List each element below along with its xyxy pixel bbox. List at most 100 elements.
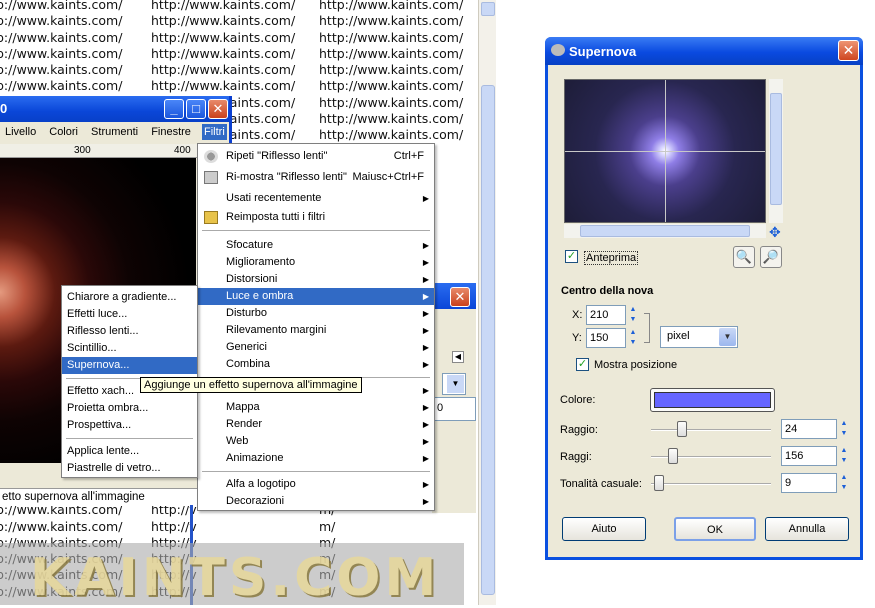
show-position-label: Mostra posizione <box>594 359 678 371</box>
close-icon[interactable]: ✕ <box>208 99 228 119</box>
menu-item-alfa-logotipo[interactable]: Alfa a logotipo ▶ <box>198 476 434 493</box>
background-url-line: p://www.kaints.com/ <box>0 78 123 94</box>
menu-item-render[interactable]: Render ▶ <box>198 416 434 433</box>
background-url-line: http://www.kaints.com/ <box>319 94 464 110</box>
background-url-line: http://v <box>151 518 197 534</box>
filters-menu: Ripeti "Riflesso lenti" Ctrl+F Ri-mostra … <box>197 143 435 511</box>
background-url-line: http://www.kaints.com/ <box>151 78 296 94</box>
background-url-line: http://www.kaints.com/ <box>319 62 464 78</box>
submenu-item-glass-tile[interactable]: Piastrelle di vetro... <box>62 460 197 477</box>
menu-finestre[interactable]: Finestre <box>149 124 193 140</box>
submenu-item-perspective[interactable]: Prospettiva... <box>62 417 197 434</box>
preview-area[interactable] <box>564 79 766 223</box>
background-url-line: http://www.kaints.com/ <box>151 45 296 61</box>
menu-item-reset[interactable]: Reimposta tutti i filtri <box>198 209 434 226</box>
spokes-slider-handle[interactable] <box>668 448 678 464</box>
ok-button[interactable]: OK <box>674 517 756 541</box>
menu-colori[interactable]: Colori <box>47 124 80 140</box>
submenu-item-lens-flare[interactable]: Riflesso lenti... <box>62 323 197 340</box>
close-icon[interactable]: ✕ <box>838 40 859 61</box>
submenu-item-lighting-effects[interactable]: Effetti luce... <box>62 306 197 323</box>
background-url-line: http://www.kaints.com/ <box>319 0 464 12</box>
background-url-line: http://www.kaints.com/ <box>151 62 296 78</box>
minimize-icon[interactable]: _ <box>164 99 184 119</box>
x-input[interactable]: 210 <box>586 305 626 325</box>
menu-item-repeat[interactable]: Ripeti "Riflesso lenti" Ctrl+F <box>198 148 434 165</box>
ruler-mark: 400 <box>174 145 191 156</box>
menu-item-miglioramento[interactable]: Miglioramento ▶ <box>198 254 434 271</box>
hue-input[interactable]: 9 <box>781 473 837 493</box>
preview-label: Anteprima <box>584 251 639 265</box>
background-url-line: m/ <box>319 518 336 534</box>
submenu-item-sparkle[interactable]: Scintillio... <box>62 340 197 357</box>
x-stepper[interactable]: ▲ ▼ <box>627 305 639 325</box>
window-title: 0 <box>0 101 8 116</box>
submenu-item-supernova[interactable]: Supernova... <box>62 357 197 374</box>
y-input[interactable]: 150 <box>586 328 626 348</box>
zoom-out-icon[interactable]: 🔍 <box>733 246 755 268</box>
menu-item-generici[interactable]: Generici ▶ <box>198 339 434 356</box>
cancel-button[interactable]: Annulla <box>765 517 849 541</box>
preview-hscrollbar[interactable] <box>564 224 766 238</box>
menu-item-rilevamento[interactable]: Rilevamento margini ▶ <box>198 322 434 339</box>
color-label: Colore: <box>560 394 596 406</box>
spokes-label: Raggi: <box>560 451 592 463</box>
section-heading: Centro della nova <box>561 285 654 297</box>
chain-link-icon[interactable] <box>644 313 650 343</box>
hue-slider-track[interactable] <box>651 483 771 485</box>
unit-select[interactable]: pixel ▼ <box>660 326 738 348</box>
hue-label: Tonalità casuale: <box>560 478 642 490</box>
menu-strumenti[interactable]: Strumenti <box>89 124 140 140</box>
hue-stepper[interactable]: ▲ ▼ <box>838 473 850 493</box>
menu-item-mappa[interactable]: Mappa ▶ <box>198 399 434 416</box>
menu-filtri[interactable]: Filtri <box>202 124 227 140</box>
preview-checkbox[interactable]: ✓ <box>565 250 578 263</box>
menu-item-animazione[interactable]: Animazione ▶ <box>198 450 434 467</box>
background-url-line: http://www.kaints.com/ <box>319 29 464 45</box>
background-url-line: p://www.kaints.com/ <box>0 62 123 78</box>
ruler-mark: 300 <box>74 145 91 156</box>
menu-item-web[interactable]: Web ▶ <box>198 433 434 450</box>
background-url-line: http://www.kaints.com/ <box>319 78 464 94</box>
background-url-line: http://www.kaints.com/ <box>319 127 464 143</box>
menu-item-luce-ombra[interactable]: Luce e ombra ▶ <box>198 288 434 305</box>
menu-item-decorazioni[interactable]: Decorazioni ▶ <box>198 493 434 510</box>
menu-item-recent[interactable]: Usati recentemente ▶ <box>198 190 434 207</box>
move-icon[interactable]: ✥ <box>769 224 781 241</box>
spokes-stepper[interactable]: ▲ ▼ <box>838 446 850 466</box>
menu-item-combina[interactable]: Combina ▶ <box>198 356 434 373</box>
preview-vscrollbar[interactable] <box>769 79 783 223</box>
menu-item-disturbo[interactable]: Disturbo ▶ <box>198 305 434 322</box>
y-stepper[interactable]: ▲ ▼ <box>627 328 639 348</box>
color-swatch <box>654 392 771 408</box>
spokes-input[interactable]: 156 <box>781 446 837 466</box>
hue-slider-handle[interactable] <box>654 475 664 491</box>
background-url-line: http://www.kaints.com/ <box>151 13 296 29</box>
submenu-item-gradient-flare[interactable]: Chiarore a gradiente... <box>62 289 197 306</box>
submenu-item-drop-shadow[interactable]: Proietta ombra... <box>62 400 197 417</box>
color-button[interactable] <box>650 388 775 412</box>
radius-stepper[interactable]: ▲ ▼ <box>838 419 850 439</box>
help-button[interactable]: Aiuto <box>562 517 646 541</box>
submenu-item-apply-lens[interactable]: Applica lente... <box>62 443 197 460</box>
zoom-in-icon[interactable]: 🔎 <box>760 246 782 268</box>
menu-item-distorsioni[interactable]: Distorsioni ▶ <box>198 271 434 288</box>
background-url-line: p://www.kaints.com/ <box>0 518 123 534</box>
supernova-dialog: Supernova ✕ ✥ ✓ Anteprima 🔍 🔎 Centro del… <box>545 37 863 560</box>
unit-value: pixel <box>667 330 690 342</box>
background-url-line: http://www.kaints.com/ <box>319 111 464 127</box>
ruler: 300 400 <box>0 144 229 158</box>
page-scrollbar[interactable] <box>478 0 496 605</box>
menu-item-sfocature[interactable]: Sfocature ▶ <box>198 237 434 254</box>
secondary-window: ✕ ◀ ▼ 0 <box>432 283 476 513</box>
menu-livello[interactable]: Livello <box>3 124 38 140</box>
show-position-checkbox[interactable]: ✓ <box>576 358 589 371</box>
menu-item-reshow[interactable]: Ri-mostra "Riflesso lenti" Maiusc+Ctrl+F <box>198 169 434 186</box>
radius-slider-track[interactable] <box>651 429 771 431</box>
radius-input[interactable]: 24 <box>781 419 837 439</box>
radius-slider-handle[interactable] <box>677 421 687 437</box>
close-icon[interactable]: ✕ <box>450 287 470 307</box>
gimp-logo-icon <box>551 44 565 56</box>
maximize-icon[interactable]: □ <box>186 99 206 119</box>
dialog-title: Supernova <box>569 44 637 59</box>
